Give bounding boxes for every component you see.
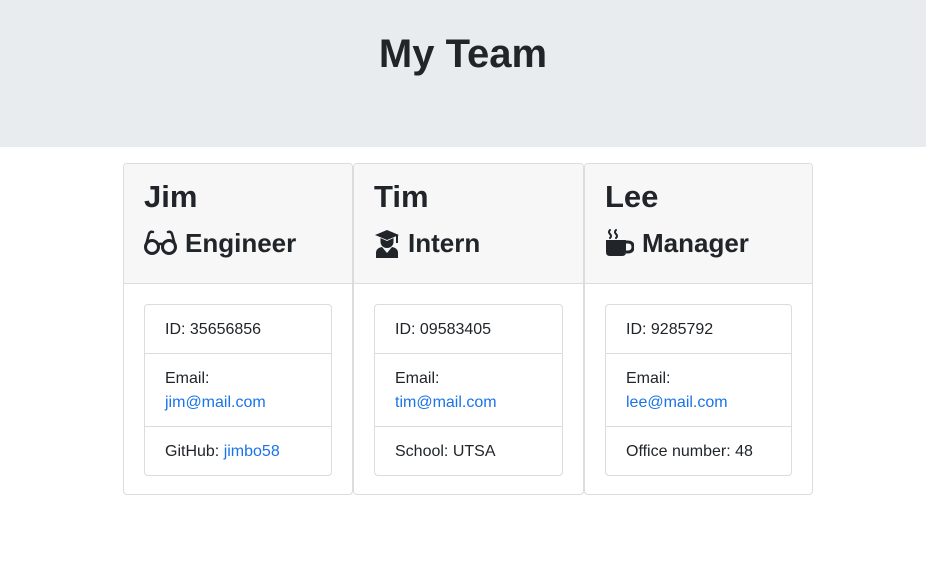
employee-card-engineer: Jim Engineer ID: 35656856 Email: jim@mai…	[123, 163, 353, 495]
email-row: Email: tim@mail.com	[375, 354, 562, 427]
github-link[interactable]: jimbo58	[224, 443, 280, 460]
graduate-icon	[374, 228, 400, 258]
employee-card-manager: Lee Manager ID: 9285792 Email: lee@mail.…	[584, 163, 813, 495]
school-label: School:	[395, 443, 453, 460]
employee-role: Manager	[605, 226, 749, 260]
github-row: GitHub: jimbo58	[145, 427, 331, 475]
employee-name: Tim	[374, 179, 429, 214]
email-row: Email: lee@mail.com	[606, 354, 791, 427]
info-list: ID: 9285792 Email: lee@mail.com Office n…	[605, 304, 792, 476]
school-value: UTSA	[452, 443, 496, 460]
email-label: Email:	[395, 370, 440, 387]
role-label: Manager	[642, 228, 749, 258]
employee-role: Engineer	[144, 226, 296, 260]
id-value: 09583405	[419, 321, 492, 338]
email-row: Email: jim@mail.com	[145, 354, 331, 427]
id-value: 9285792	[650, 321, 714, 338]
email-link[interactable]: lee@mail.com	[626, 394, 728, 411]
employee-role: Intern	[374, 226, 480, 260]
id-label: ID:	[626, 321, 651, 338]
employee-name: Lee	[605, 179, 659, 214]
employee-name: Jim	[144, 179, 198, 214]
id-label: ID:	[165, 321, 190, 338]
card-header: Tim Intern	[354, 164, 583, 284]
info-list: ID: 35656856 Email: jim@mail.com GitHub:…	[144, 304, 332, 476]
glasses-icon	[144, 228, 177, 258]
email-link[interactable]: tim@mail.com	[395, 394, 497, 411]
card-header: Jim Engineer	[124, 164, 352, 284]
id-value: 35656856	[189, 321, 262, 338]
role-label: Engineer	[185, 228, 297, 258]
email-label: Email:	[626, 370, 671, 387]
id-row: ID: 35656856	[145, 305, 331, 354]
office-label: Office number:	[626, 443, 736, 460]
card-header: Lee Manager	[585, 164, 812, 284]
office-value: 48	[735, 443, 753, 460]
school-row: School: UTSA	[375, 427, 562, 475]
github-label: GitHub:	[165, 443, 224, 460]
email-link[interactable]: jim@mail.com	[165, 394, 266, 411]
id-row: ID: 9285792	[606, 305, 791, 354]
employee-card-intern: Tim Intern ID: 09583405 Email: tim@mail.…	[353, 163, 584, 495]
office-row: Office number: 48	[606, 427, 791, 475]
info-list: ID: 09583405 Email: tim@mail.com School:…	[374, 304, 563, 476]
page-title: My Team	[378, 32, 548, 76]
id-label: ID:	[395, 321, 420, 338]
page-header: My Team	[0, 0, 926, 147]
role-label: Intern	[408, 228, 481, 258]
coffee-mug-icon	[605, 228, 634, 258]
email-label: Email:	[165, 370, 210, 387]
id-row: ID: 09583405	[375, 305, 562, 354]
